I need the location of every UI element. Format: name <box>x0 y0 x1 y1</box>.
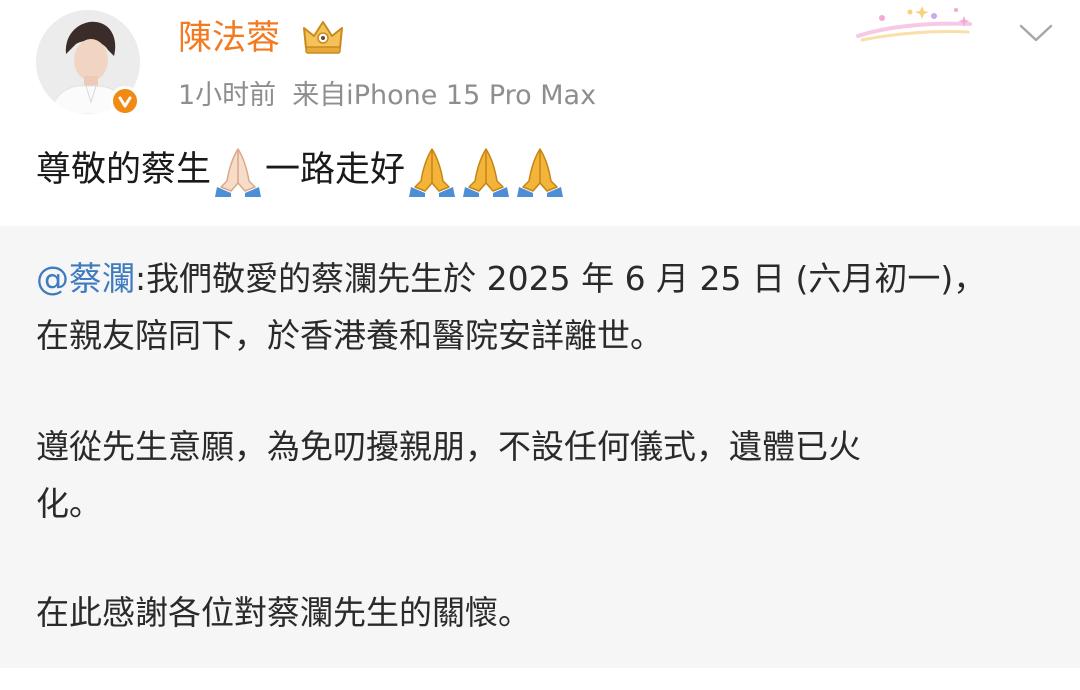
repost-line-5: 在此感謝各位對蔡瀾先生的關懷。 <box>36 593 531 632</box>
post-text: 尊敬的蔡生 一路走好 <box>36 143 567 197</box>
post-text-part2: 一路走好 <box>265 150 406 190</box>
crown-icon[interactable] <box>300 18 346 56</box>
repost-line-1-text: :我們敬愛的蔡瀾先生於 2025 年 6 月 25 日 (六月初一)， <box>135 259 987 298</box>
repost-line-1: @蔡瀾:我們敬愛的蔡瀾先生於 2025 年 6 月 25 日 (六月初一)， <box>36 250 1046 307</box>
chevron-down-icon[interactable] <box>1016 20 1056 46</box>
repost-line-3: 遵從先生意願，為免叨擾親朋，不設任何儀式，遺體已火 <box>36 427 861 466</box>
praying-hands-icon <box>459 143 513 197</box>
repost-paragraph-2: 遵從先生意願，為免叨擾親朋，不設任何儀式，遺體已火 化。 <box>36 418 1046 532</box>
repost-line-2: 在親友陪同下，於香港養和醫院安詳離世。 <box>36 316 663 355</box>
repost-paragraph-1: @蔡瀾:我們敬愛的蔡瀾先生於 2025 年 6 月 25 日 (六月初一)， 在… <box>36 250 1046 364</box>
repost-block[interactable]: @蔡瀾:我們敬愛的蔡瀾先生於 2025 年 6 月 25 日 (六月初一)， 在… <box>0 226 1080 668</box>
post-time: 1小时前 <box>178 80 277 111</box>
repost-line-4: 化。 <box>36 484 102 523</box>
weibo-post: 陳法蓉 1小时前 来自iPhone 15 Pro Max 尊敬的蔡生 一路走好 … <box>0 0 1080 690</box>
mention-link[interactable]: @蔡瀾 <box>36 259 135 298</box>
decorative-sparkle-icon <box>852 2 978 48</box>
praying-hands-icon <box>211 143 265 197</box>
post-meta: 1小时前 来自iPhone 15 Pro Max <box>178 78 596 114</box>
praying-hands-icon <box>513 143 567 197</box>
post-source[interactable]: 来自iPhone 15 Pro Max <box>292 80 596 111</box>
username[interactable]: 陳法蓉 <box>178 14 280 62</box>
praying-hands-icon <box>405 143 459 197</box>
repost-paragraph-3: 在此感謝各位對蔡瀾先生的關懷。 <box>36 584 1046 641</box>
post-text-part1: 尊敬的蔡生 <box>36 150 212 190</box>
verified-badge-icon <box>110 86 140 116</box>
